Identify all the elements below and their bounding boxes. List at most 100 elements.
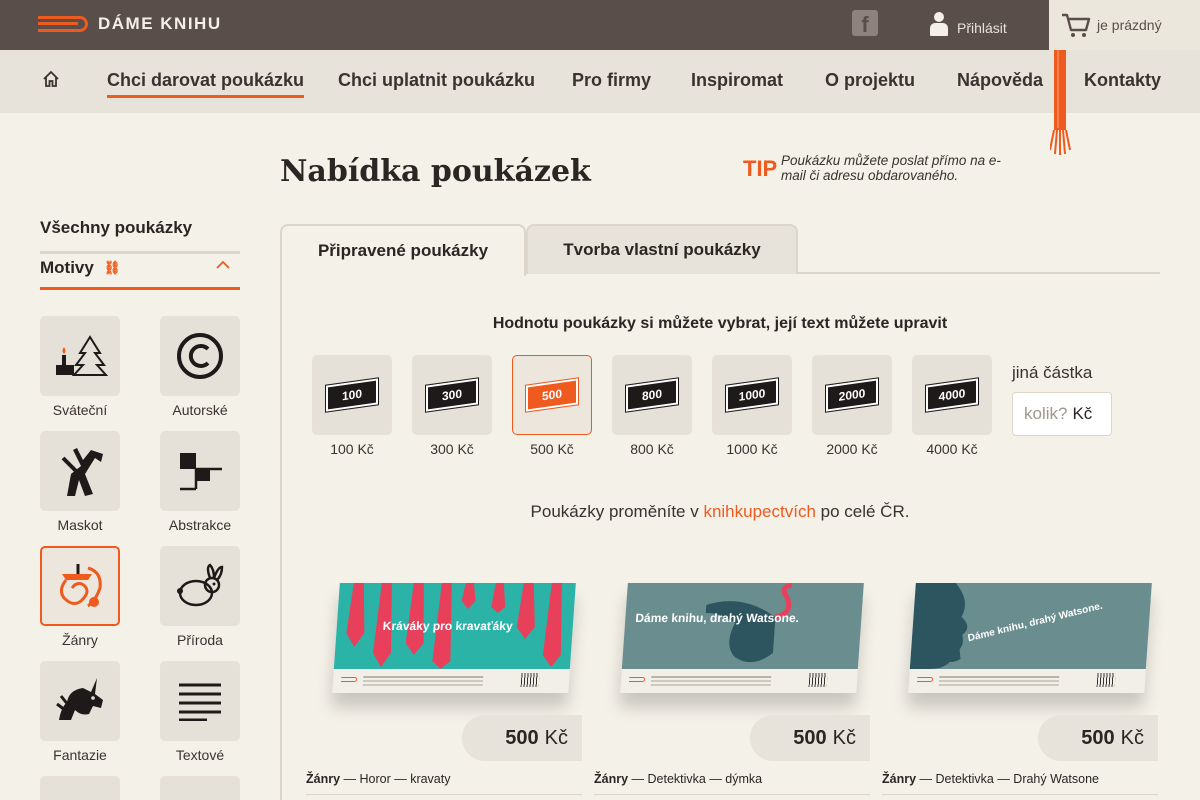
- cart-icon: [1062, 13, 1091, 37]
- tip-label: TIP: [743, 156, 778, 181]
- barcode-icon: [808, 673, 828, 687]
- value-option-800[interactable]: 800: [612, 355, 692, 435]
- chevron-up-icon: [216, 260, 230, 269]
- value-label: 1000 Kč: [726, 441, 778, 457]
- price-value: 500: [793, 726, 827, 749]
- price-value: 500: [1081, 726, 1115, 749]
- theme-more-2[interactable]: [160, 776, 240, 800]
- card-divider: [306, 794, 582, 795]
- site-logo[interactable]: DÁME KNIHU: [38, 14, 222, 34]
- value-heading: Hodnotu poukázky si můžete vybrat, její …: [492, 315, 948, 332]
- theme-autorske-label: Autorské: [172, 402, 228, 418]
- tip-text: Poukázku můžete poslat přímo na e-mail č…: [781, 153, 1001, 183]
- barcode-icon: [520, 673, 540, 687]
- other-amount-unit: Kč: [1072, 404, 1093, 423]
- voucher-title: Dáme knihu, drahý Watsone.: [634, 611, 800, 625]
- price-unit: Kč: [1120, 726, 1144, 749]
- mascot-icon: [61, 448, 103, 496]
- value-option-4000[interactable]: 4000: [912, 355, 992, 435]
- bookmark-ribbon-icon: [1050, 50, 1071, 155]
- value-flag: 300: [425, 377, 479, 413]
- theme-priroda-label: Příroda: [177, 632, 223, 648]
- tag-genre[interactable]: Žánry: [306, 772, 340, 786]
- voucher-image: Kráváky pro kravaťáky: [333, 583, 576, 669]
- tag-list: — Detektivka — dýmka: [628, 772, 763, 786]
- logo-mark-icon: [38, 16, 88, 32]
- theme-svatecni-label: Sváteční: [52, 402, 108, 418]
- cart-button[interactable]: je prázdný: [1049, 0, 1200, 50]
- voucher-card[interactable]: Dáme knihu, drahý Watsone. 500 Kč Žánry …: [882, 575, 1158, 800]
- bookstores-link[interactable]: knihkupectvích: [703, 502, 815, 521]
- value-option-2000[interactable]: 2000: [812, 355, 892, 435]
- other-amount-input[interactable]: kolik? Kč: [1012, 392, 1112, 436]
- christmas-icon: [56, 335, 108, 376]
- tab-tvorba-vlastni[interactable]: Tvorba vlastní poukázky: [526, 224, 798, 274]
- nav-item-darovat[interactable]: Chci darovat poukázku: [107, 70, 305, 98]
- page-title: Nabídka poukázek: [280, 154, 591, 189]
- theme-textove[interactable]: [160, 661, 240, 741]
- nav-item-kontakty[interactable]: Kontakty: [1084, 70, 1161, 91]
- card-price: 500 Kč: [462, 715, 582, 761]
- voucher-preview[interactable]: Dáme knihu, drahý Watsone.: [620, 583, 864, 693]
- voucher-preview[interactable]: Kráváky pro kravaťáky: [332, 583, 576, 693]
- theme-autorske[interactable]: [160, 316, 240, 396]
- nav-item-pro-firmy[interactable]: Pro firmy: [572, 70, 651, 91]
- value-flag: 2000: [825, 377, 879, 413]
- tab-pripravene[interactable]: Připravené poukázky: [280, 224, 526, 276]
- theme-priroda[interactable]: [160, 546, 240, 626]
- value-option-500[interactable]: 500: [512, 355, 592, 435]
- rabbit-icon: [177, 563, 224, 607]
- voucher-preview[interactable]: Dáme knihu, drahý Watsone.: [908, 583, 1152, 693]
- theme-fantazie-label: Fantazie: [53, 747, 107, 763]
- voucher-footer: [332, 669, 570, 693]
- top-bar: DÁME KNIHU f Přihlásit je prázdný: [0, 0, 1200, 50]
- tag-genre[interactable]: Žánry: [594, 772, 628, 786]
- value-option-300[interactable]: 300: [412, 355, 492, 435]
- card-price: 500 Kč: [1038, 715, 1158, 761]
- theme-abstrakce[interactable]: [160, 431, 240, 511]
- voucher-image: Dáme knihu, drahý Watsone.: [621, 583, 864, 669]
- redeem-suffix: po celé ČR.: [815, 502, 910, 521]
- value-label: 800 Kč: [630, 441, 674, 457]
- tag-list: — Horor — kravaty: [340, 772, 451, 786]
- theme-maskot-label: Maskot: [57, 517, 103, 533]
- theme-maskot[interactable]: [40, 431, 120, 511]
- value-flag: 100: [325, 377, 379, 413]
- pipe-illustration-icon: [705, 583, 793, 663]
- cart-status: je prázdný: [1097, 17, 1162, 33]
- other-amount-placeholder: kolik?: [1024, 404, 1068, 423]
- nav-item-napoveda[interactable]: Nápověda: [957, 70, 1043, 91]
- unicorn-icon: [56, 678, 103, 720]
- card-tags: Žánry — Horor — kravaty: [306, 772, 450, 786]
- value-option-100[interactable]: 100: [312, 355, 392, 435]
- value-label: 100 Kč: [330, 441, 374, 457]
- theme-fantazie[interactable]: [40, 661, 120, 741]
- theme-zanry-label: Žánry: [62, 632, 98, 648]
- value-flag: 500: [525, 377, 579, 413]
- value-flag: 4000: [925, 377, 979, 413]
- login-link[interactable]: Přihlásit: [930, 12, 1007, 36]
- theme-more-1[interactable]: [40, 776, 120, 800]
- voucher-card[interactable]: Kráváky pro kravaťáky 500 Kč Žánry — Hor…: [306, 575, 582, 800]
- value-label: 4000 Kč: [926, 441, 978, 457]
- nav-item-uplatnit[interactable]: Chci uplatnit poukázku: [338, 70, 535, 91]
- abstraction-icon: [180, 453, 222, 491]
- voucher-card[interactable]: Dáme knihu, drahý Watsone. 500 Kč Žánry …: [594, 575, 870, 800]
- nav-item-inspiromat[interactable]: Inspiromat: [691, 70, 783, 91]
- nav-item-o-projektu[interactable]: O projektu: [825, 70, 915, 91]
- value-option-1000[interactable]: 1000: [712, 355, 792, 435]
- motivy-filter-header[interactable]: Motivy ⛓: [40, 250, 240, 290]
- voucher-footer: [620, 669, 858, 693]
- theme-svatecni[interactable]: [40, 316, 120, 396]
- tag-genre[interactable]: Žánry: [882, 772, 916, 786]
- copyright-icon: [177, 333, 223, 379]
- all-vouchers-link[interactable]: Všechny poukázky: [40, 218, 240, 254]
- theme-zanry[interactable]: [40, 546, 120, 626]
- barcode-icon: [1096, 673, 1116, 687]
- price-value: 500: [505, 726, 539, 749]
- value-label: 300 Kč: [430, 441, 474, 457]
- card-tags: Žánry — Detektivka — dýmka: [594, 772, 762, 786]
- genres-icon: [59, 564, 102, 608]
- facebook-icon[interactable]: f: [852, 10, 878, 37]
- home-icon[interactable]: [42, 70, 60, 88]
